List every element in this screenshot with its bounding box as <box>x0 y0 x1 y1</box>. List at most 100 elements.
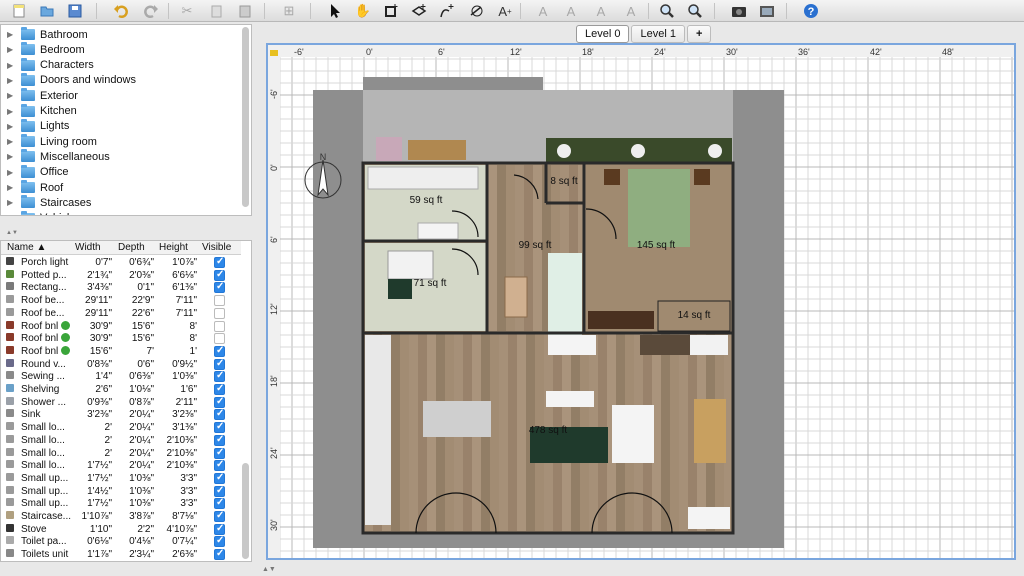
visible-checkbox[interactable] <box>214 256 225 268</box>
catalog-category-bathroom[interactable]: ▶ Bathroom <box>1 27 241 42</box>
furniture-row[interactable]: Small lo... 2' 2'0¼" 3'1⅜" <box>1 421 241 435</box>
catalog-category-exterior[interactable]: ▶ Exterior <box>1 88 241 103</box>
split-arrows[interactable]: ▲▼ <box>0 230 252 238</box>
furniture-row[interactable]: Toilet pa... 0'6⅛" 0'4⅛" 0'7¼" <box>1 535 241 549</box>
catalog-category-lights[interactable]: ▶ Lights <box>1 118 241 134</box>
visible-checkbox[interactable] <box>214 345 225 357</box>
visible-checkbox[interactable] <box>214 370 225 383</box>
redo-icon[interactable] <box>142 2 160 20</box>
furniture-row[interactable]: Porch light 0'7" 0'6¾" 1'0⅞" <box>1 256 241 270</box>
visible-checkbox[interactable] <box>214 320 225 332</box>
visible-checkbox[interactable] <box>214 307 225 319</box>
help-icon[interactable]: ? <box>802 2 820 20</box>
column-header-depth[interactable]: Depth <box>118 242 145 253</box>
catalog-category-bedroom[interactable]: ▶ Bedroom <box>1 42 241 57</box>
create-dimensions-icon[interactable] <box>468 2 486 20</box>
visible-checkbox[interactable] <box>214 396 225 408</box>
expand-arrow-icon[interactable]: ▶ <box>7 214 19 215</box>
furniture-list-scrollbar[interactable] <box>242 463 249 559</box>
cut-icon[interactable]: ✂ <box>178 2 196 20</box>
furniture-row[interactable]: Small lo... 1'7½" 2'0¼" 2'10⅜" <box>1 459 241 473</box>
text-italic-icon[interactable]: A <box>622 2 640 20</box>
create-rooms-icon[interactable] <box>410 2 428 20</box>
visible-checkbox[interactable] <box>214 447 225 459</box>
catalog-category-staircases[interactable]: ▶ Staircases <box>1 195 241 210</box>
visible-checkbox[interactable] <box>214 269 225 281</box>
catalog-category-miscellaneous[interactable]: ▶ Miscellaneous <box>1 149 241 164</box>
add-furniture-icon[interactable]: ⊞ <box>280 2 298 20</box>
text-bold-icon[interactable]: A <box>592 2 610 20</box>
furniture-row[interactable]: Small lo... 2' 2'0¼" 2'10⅜" <box>1 447 241 461</box>
zoom-in-icon[interactable] <box>658 2 676 20</box>
furniture-row[interactable]: Sink 3'2⅜" 2'0¼" 3'2⅜" <box>1 408 241 422</box>
furniture-row[interactable]: Small lo... 2' 2'0¼" 2'10⅜" <box>1 434 241 448</box>
visible-checkbox[interactable] <box>214 510 225 522</box>
catalog-category-doors-and-windows[interactable]: ▶ Doors and windows <box>1 72 241 88</box>
expand-arrow-icon[interactable]: ▶ <box>7 91 19 100</box>
visible-checkbox[interactable] <box>214 485 225 497</box>
visible-checkbox[interactable] <box>214 472 225 484</box>
visible-checkbox[interactable] <box>214 459 225 472</box>
create-polylines-icon[interactable] <box>438 2 456 20</box>
expand-arrow-icon[interactable]: ▶ <box>7 30 19 39</box>
catalog-category-vehicles[interactable]: ▶ Vehicles <box>1 210 241 215</box>
add-level-button[interactable]: + <box>686 25 712 43</box>
catalog-category-kitchen[interactable]: ▶ Kitchen <box>1 103 241 119</box>
create-walls-icon[interactable] <box>382 2 400 20</box>
furniture-row[interactable]: Shelving 2'6" 1'0⅛" 1'6" <box>1 383 241 397</box>
create-photo-icon[interactable] <box>730 2 748 20</box>
expand-arrow-icon[interactable]: ▶ <box>7 137 19 146</box>
furniture-row[interactable]: Stove 1'10" 2'2" 4'10⅞" <box>1 523 241 537</box>
pan-hand-icon[interactable]: ✋ <box>354 2 372 20</box>
catalog-category-living-room[interactable]: ▶ Living room <box>1 134 241 149</box>
catalog-category-characters[interactable]: ▶ Characters <box>1 57 241 73</box>
text-style-1-icon[interactable]: A <box>534 2 552 20</box>
visible-checkbox[interactable] <box>214 421 225 434</box>
undo-icon[interactable] <box>112 2 130 20</box>
tab-level-1[interactable]: Level 1 <box>631 25 685 43</box>
furniture-row[interactable]: Roof be... 29'11" 22'9" 7'11" <box>1 295 241 308</box>
visible-checkbox[interactable] <box>214 358 225 370</box>
furniture-row[interactable]: Round v... 0'8⅜" 0'6" 0'9½" <box>1 358 241 372</box>
column-header-height[interactable]: Height <box>159 242 188 253</box>
visible-checkbox[interactable] <box>214 383 225 395</box>
furniture-row[interactable]: Roof bnl 30'9" 15'6" 8' <box>1 333 241 346</box>
furniture-row[interactable]: Small up... 1'7½" 1'0⅜" 3'3" <box>1 497 241 511</box>
furniture-row[interactable]: Roof be... 29'11" 22'6" 7'11" <box>1 307 241 321</box>
visible-checkbox[interactable] <box>214 408 225 421</box>
catalog-scrollbar[interactable] <box>242 27 249 207</box>
copy-icon[interactable] <box>208 2 226 20</box>
expand-arrow-icon[interactable]: ▶ <box>7 198 19 207</box>
furniture-row[interactable]: Small up... 1'7½" 1'0⅜" 3'3" <box>1 472 241 486</box>
visible-checkbox[interactable] <box>214 523 225 535</box>
split-arrows-bottom[interactable]: ▲▼ <box>262 566 276 573</box>
furniture-row[interactable]: Roof bnl 30'9" 15'6" 8' <box>1 320 241 334</box>
catalog-category-office[interactable]: ▶ Office <box>1 164 241 180</box>
visible-checkbox[interactable] <box>214 535 225 548</box>
expand-arrow-icon[interactable]: ▶ <box>7 183 19 192</box>
open-icon[interactable] <box>38 2 56 20</box>
expand-arrow-icon[interactable]: ▶ <box>7 122 19 131</box>
furniture-row[interactable]: Shower ... 0'9⅜" 0'8⅞" 2'11" <box>1 396 241 410</box>
column-header-width[interactable]: Width <box>75 242 101 253</box>
visible-checkbox[interactable] <box>214 434 225 446</box>
furniture-row[interactable]: Toilets unit 1'1⅞" 2'3¼" 2'6⅜" <box>1 548 241 561</box>
text-style-2-icon[interactable]: A <box>562 2 580 20</box>
visible-checkbox[interactable] <box>214 295 225 307</box>
zoom-out-icon[interactable] <box>686 2 704 20</box>
furniture-row[interactable]: Rectang... 3'4⅜" 0'1" 6'1⅜" <box>1 281 241 295</box>
paste-icon[interactable] <box>236 2 254 20</box>
furniture-row[interactable]: Small up... 1'4½" 1'0⅜" 3'3" <box>1 485 241 499</box>
visible-checkbox[interactable] <box>214 548 225 561</box>
visible-checkbox[interactable] <box>214 497 225 510</box>
add-text-icon[interactable]: A + <box>496 2 514 20</box>
create-video-icon[interactable] <box>758 2 776 20</box>
expand-arrow-icon[interactable]: ▶ <box>7 76 19 85</box>
expand-arrow-icon[interactable]: ▶ <box>7 45 19 54</box>
furniture-row[interactable]: Potted p... 2'1¾" 2'0⅜" 6'6⅛" <box>1 269 241 283</box>
save-icon[interactable] <box>66 2 84 20</box>
new-home-icon[interactable] <box>10 2 28 20</box>
furniture-row[interactable]: Roof bnl 15'6" 7' 1' <box>1 345 241 359</box>
visible-checkbox[interactable] <box>214 333 225 345</box>
furniture-row[interactable]: Sewing ... 1'4" 0'6⅜" 1'0⅜" <box>1 370 241 384</box>
